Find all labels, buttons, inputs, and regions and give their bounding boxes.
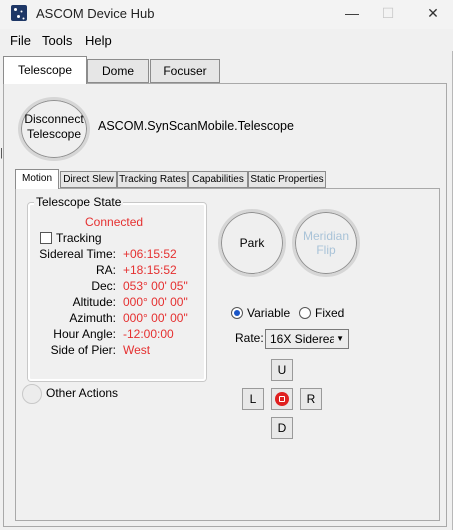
park-button[interactable]: Park bbox=[218, 209, 286, 277]
move-down-button[interactable]: D bbox=[271, 417, 293, 439]
app-icon bbox=[11, 5, 27, 21]
minimize-button[interactable]: — bbox=[334, 0, 370, 29]
maximize-button: ☐ bbox=[381, 5, 395, 21]
telescope-state-title: Telescope State bbox=[34, 195, 124, 209]
ra-label: RA: bbox=[95, 263, 116, 277]
fixed-radio[interactable] bbox=[299, 307, 311, 319]
connection-status: Connected bbox=[85, 215, 144, 229]
menu-bar: File Tools Help bbox=[0, 29, 453, 51]
move-left-button[interactable]: L bbox=[242, 388, 264, 410]
hour-angle-value: -12:00:00 bbox=[123, 327, 174, 341]
tab-static-properties[interactable]: Static Properties bbox=[248, 171, 326, 188]
ra-value: +18:15:52 bbox=[123, 263, 177, 277]
side-of-pier-label: Side of Pier: bbox=[50, 343, 116, 357]
tab-telescope[interactable]: Telescope bbox=[3, 56, 87, 84]
dec-label: Dec: bbox=[91, 279, 116, 293]
tab-dome[interactable]: Dome bbox=[87, 59, 149, 83]
meridian-label-line2: Flip bbox=[316, 243, 336, 257]
altitude-label: Altitude: bbox=[72, 295, 116, 309]
window-title: ASCOM Device Hub bbox=[36, 6, 155, 21]
tab-capabilities[interactable]: Capabilities bbox=[188, 171, 248, 188]
tab-motion[interactable]: Motion bbox=[15, 169, 59, 189]
dec-value: 053° 00' 05" bbox=[123, 279, 188, 293]
other-actions-expander[interactable] bbox=[22, 384, 42, 404]
stop-icon bbox=[275, 392, 289, 406]
menu-file[interactable]: File bbox=[10, 33, 31, 48]
meridian-flip-button: Meridian Flip bbox=[292, 209, 360, 277]
main-window: ASCOM Device Hub — ☐ ✕ File Tools Help |… bbox=[0, 0, 453, 530]
variable-label: Variable bbox=[247, 306, 291, 320]
fixed-label: Fixed bbox=[315, 306, 345, 320]
park-label: Park bbox=[239, 236, 265, 250]
rate-dropdown[interactable]: 16X Sidereal ▼ bbox=[265, 329, 349, 349]
tab-tracking-rates[interactable]: Tracking Rates bbox=[117, 171, 188, 188]
altitude-value: 000° 00' 00" bbox=[123, 295, 188, 309]
title-bar[interactable]: ASCOM Device Hub — ☐ ✕ bbox=[0, 0, 453, 29]
tracking-label: Tracking bbox=[56, 231, 102, 245]
rate-label: Rate: bbox=[235, 331, 264, 345]
other-actions-label: Other Actions bbox=[46, 386, 119, 400]
side-of-pier-value: West bbox=[123, 343, 151, 357]
azimuth-label: Azimuth: bbox=[69, 311, 116, 325]
rate-value: 16X Sidereal bbox=[270, 332, 339, 346]
menu-tools[interactable]: Tools bbox=[42, 33, 72, 48]
variable-radio[interactable] bbox=[231, 307, 243, 319]
tab-direct-slew[interactable]: Direct Slew bbox=[60, 171, 117, 188]
disconnect-label-line2: Telescope bbox=[26, 127, 82, 141]
sidereal-time-value: +06:15:52 bbox=[123, 247, 177, 261]
meridian-label-line1: Meridian bbox=[302, 229, 350, 243]
stop-button[interactable] bbox=[271, 388, 293, 410]
close-button[interactable]: ✕ bbox=[415, 0, 451, 29]
disconnect-telescope-button[interactable]: Disconnect Telescope bbox=[18, 97, 90, 161]
tracking-checkbox[interactable] bbox=[40, 232, 52, 244]
chevron-down-icon: ▼ bbox=[334, 330, 344, 348]
menu-help[interactable]: Help bbox=[85, 33, 112, 48]
disconnect-label-line1: Disconnect bbox=[24, 112, 84, 126]
move-right-button[interactable]: R bbox=[300, 388, 322, 410]
azimuth-value: 000° 00' 00" bbox=[123, 311, 188, 325]
tab-focuser[interactable]: Focuser bbox=[150, 59, 220, 83]
driver-name: ASCOM.SynScanMobile.Telescope bbox=[98, 119, 294, 133]
sidereal-time-label: Sidereal Time: bbox=[39, 247, 116, 261]
hour-angle-label: Hour Angle: bbox=[53, 327, 116, 341]
move-up-button[interactable]: U bbox=[271, 359, 293, 381]
